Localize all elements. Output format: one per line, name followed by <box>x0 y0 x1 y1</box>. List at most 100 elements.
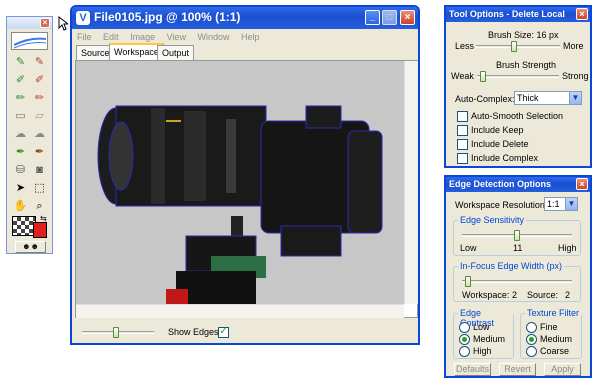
pencil-alt-icon[interactable]: ✒ <box>31 144 48 160</box>
menu-bar: File Edit Image View Window Help <box>77 32 269 42</box>
brush-strength-thumb[interactable] <box>480 71 486 82</box>
toolbox-close-icon[interactable]: × <box>40 18 50 28</box>
workspace-resolution-select[interactable]: 1:1 ▼ <box>544 197 578 211</box>
include-delete-checkbox[interactable] <box>457 139 468 151</box>
defaults-button[interactable]: Defaults <box>454 363 491 376</box>
contrast-medium-option[interactable]: Medium <box>459 334 505 346</box>
include-complex-option[interactable]: Include Complex <box>457 153 538 165</box>
source-width-label: Source: <box>527 290 559 300</box>
mouse-cursor-icon <box>58 16 68 31</box>
contrast-low-radio[interactable] <box>459 322 470 334</box>
brush-delete-icon[interactable]: ✎ <box>31 54 48 70</box>
texture-medium-option[interactable]: Medium <box>526 334 572 346</box>
eraser-alt-icon[interactable]: ▱ <box>31 108 48 124</box>
in-focus-thumb[interactable] <box>465 276 471 287</box>
menu-help[interactable]: Help <box>241 32 260 42</box>
texture-filter-group: Texture Filter Fine Medium Coarse <box>520 308 582 359</box>
fill-keep-icon[interactable]: ✏ <box>12 90 29 106</box>
tool-options-title: Tool Options - Delete Local <box>449 9 565 19</box>
include-complex-checkbox[interactable] <box>457 153 468 165</box>
pen-keep-icon[interactable]: ✐ <box>12 72 29 88</box>
include-delete-option[interactable]: Include Delete <box>457 139 529 151</box>
edge-contrast-group: Edge Contrast Low Medium High <box>453 308 514 359</box>
in-focus-label: In-Focus Edge Width (px) <box>458 261 565 271</box>
workspace-resolution-value: 1:1 <box>547 199 560 209</box>
texture-coarse-radio[interactable] <box>526 346 537 358</box>
pencil-icon[interactable]: ✒ <box>12 144 29 160</box>
contrast-low-option[interactable]: Low <box>459 322 490 334</box>
source-width-value: 2 <box>565 290 571 300</box>
smooth-icon[interactable]: ☁ <box>12 126 29 142</box>
brush-strength-label: Brush Strength <box>496 60 557 70</box>
show-edges-checkbox[interactable]: ✓ <box>218 327 229 338</box>
auto-smooth-option[interactable]: Auto-Smooth Selection <box>457 111 564 123</box>
more-label: More <box>563 41 584 51</box>
texture-fine-option[interactable]: Fine <box>526 322 558 334</box>
less-label: Less <box>455 41 475 51</box>
texture-coarse-label: Coarse <box>540 346 570 356</box>
weak-label: Weak <box>451 71 474 81</box>
menu-view[interactable]: View <box>167 32 186 42</box>
workspace-image[interactable] <box>76 61 404 304</box>
menu-file[interactable]: File <box>77 32 92 42</box>
edge-sensitivity-thumb[interactable] <box>514 230 520 241</box>
brush-size-label: Brush Size: 16 px <box>488 30 559 40</box>
maximize-icon[interactable]: □ <box>382 10 397 25</box>
hand-icon[interactable]: ✋ <box>12 198 29 214</box>
chevron-down-icon[interactable]: ▼ <box>569 92 581 104</box>
texture-filter-label: Texture Filter <box>525 308 581 318</box>
eraser-icon[interactable]: ▭ <box>12 108 29 124</box>
contrast-high-option[interactable]: High <box>459 346 492 358</box>
swap-colors-icon[interactable]: ⇆ <box>40 214 47 223</box>
view-mode-icon[interactable]: ☻☻ <box>15 241 46 253</box>
menu-edit[interactable]: Edit <box>103 32 119 42</box>
vertical-scrollbar[interactable] <box>404 61 418 304</box>
revert-button[interactable]: Revert <box>499 363 536 376</box>
app-icon: V <box>76 11 90 25</box>
tool-options-close-icon[interactable]: × <box>576 8 588 20</box>
edge-detection-close-icon[interactable]: × <box>576 178 588 190</box>
include-keep-option[interactable]: Include Keep <box>457 125 524 137</box>
minimize-icon[interactable]: _ <box>365 10 380 25</box>
apply-button[interactable]: Apply <box>544 363 581 376</box>
auto-smooth-label: Auto-Smooth Selection <box>471 111 564 121</box>
texture-fine-radio[interactable] <box>526 322 537 334</box>
texture-coarse-option[interactable]: Coarse <box>526 346 570 358</box>
brush-size-slider[interactable] <box>476 41 560 52</box>
brush-strength-slider[interactable] <box>477 71 559 82</box>
pointer-icon[interactable]: ➤ <box>12 180 29 196</box>
camera-icon[interactable]: ◙ <box>31 162 48 178</box>
horizontal-scrollbar[interactable] <box>76 304 404 318</box>
close-icon[interactable]: × <box>400 10 415 25</box>
auto-smooth-checkbox[interactable] <box>457 111 468 123</box>
edge-sensitivity-slider[interactable] <box>462 230 572 241</box>
zoom-icon[interactable]: ⌕ <box>31 198 48 214</box>
chevron-down-icon[interactable]: ▼ <box>565 198 577 210</box>
brush-size-thumb[interactable] <box>511 41 517 52</box>
auto-complex-select[interactable]: Thick ▼ <box>514 91 582 105</box>
include-delete-label: Include Delete <box>471 139 529 149</box>
bucket-icon[interactable]: ⛁ <box>12 162 29 178</box>
contrast-high-radio[interactable] <box>459 346 470 358</box>
sensitivity-value: 11 <box>513 243 523 253</box>
edge-detection-title-bar[interactable]: Edge Detection Options × <box>446 177 590 192</box>
pen-delete-icon[interactable]: ✐ <box>31 72 48 88</box>
canvas-area[interactable] <box>75 60 418 318</box>
zoom-slider-thumb[interactable] <box>113 327 119 338</box>
include-keep-checkbox[interactable] <box>457 125 468 137</box>
menu-window[interactable]: Window <box>197 32 229 42</box>
menu-image[interactable]: Image <box>130 32 155 42</box>
in-focus-slider[interactable] <box>462 276 572 287</box>
brush-keep-icon[interactable]: ✎ <box>12 54 29 70</box>
selection-icon[interactable]: ⬚ <box>31 180 48 196</box>
fill-delete-icon[interactable]: ✏ <box>31 90 48 106</box>
zoom-slider[interactable] <box>82 327 154 338</box>
smooth-alt-icon[interactable]: ☁ <box>31 126 48 142</box>
contrast-medium-radio[interactable] <box>459 334 470 346</box>
main-title-bar[interactable]: V File0105.jpg @ 100% (1:1) _ □ × <box>72 7 418 29</box>
tool-options-title-bar[interactable]: Tool Options - Delete Local × <box>446 7 590 22</box>
background-swatch[interactable] <box>33 222 47 238</box>
tab-workspace[interactable]: Workspace <box>109 43 164 61</box>
tab-output[interactable]: Output <box>157 45 195 60</box>
texture-medium-radio[interactable] <box>526 334 537 346</box>
